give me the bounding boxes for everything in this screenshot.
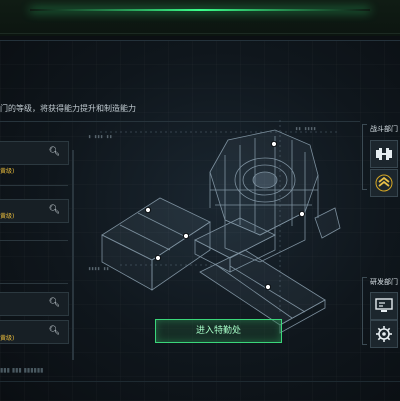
research-dept-bracket bbox=[362, 277, 367, 345]
gear-chip-icon[interactable] bbox=[370, 320, 398, 348]
department-field-3[interactable]: 🔍︎ bbox=[0, 292, 69, 316]
search-icon[interactable]: 🔍︎ bbox=[49, 326, 60, 336]
enter-special-ops-button[interactable]: 进入特勤处 bbox=[155, 319, 282, 343]
tier-label-2: 黄级) bbox=[0, 213, 15, 220]
top-banner bbox=[0, 0, 400, 36]
search-icon[interactable]: 🔍︎ bbox=[49, 205, 60, 215]
svg-text:▮▮▮▮ ▮▮: ▮▮▮▮ ▮▮ bbox=[88, 266, 109, 272]
field-divider bbox=[0, 240, 68, 241]
field-divider bbox=[0, 283, 68, 284]
svg-text:▮▮ ▮▮▮▮: ▮▮ ▮▮▮▮ bbox=[295, 126, 316, 132]
bottom-divider bbox=[0, 381, 400, 382]
search-icon[interactable]: 🔍︎ bbox=[49, 147, 60, 157]
field-divider bbox=[0, 185, 68, 186]
search-icon[interactable]: 🔍︎ bbox=[49, 298, 60, 308]
top-glow-line bbox=[30, 9, 370, 11]
chevron-rank-icon[interactable] bbox=[370, 169, 398, 197]
combat-dept-bracket bbox=[362, 124, 367, 190]
dumbbell-icon[interactable] bbox=[370, 140, 398, 168]
research-dept-label: 研发部门 bbox=[370, 278, 398, 286]
department-field-1[interactable]: 🔍︎ bbox=[0, 141, 69, 165]
footer-watermark: ▮▮▮ ▮▮▮ ▮▮▮▮▮▮ bbox=[0, 367, 44, 374]
top-divider bbox=[0, 33, 400, 34]
svg-text:▮ ▮▮▮ ▮▮: ▮ ▮▮▮ ▮▮ bbox=[88, 134, 112, 140]
tier-label-4: 黄级) bbox=[0, 335, 15, 342]
monitor-icon[interactable] bbox=[370, 292, 398, 320]
tier-label-1: 黄级) bbox=[0, 168, 15, 175]
combat-dept-label: 战斗部门 bbox=[370, 125, 398, 133]
list-scrollbar[interactable] bbox=[72, 150, 74, 360]
